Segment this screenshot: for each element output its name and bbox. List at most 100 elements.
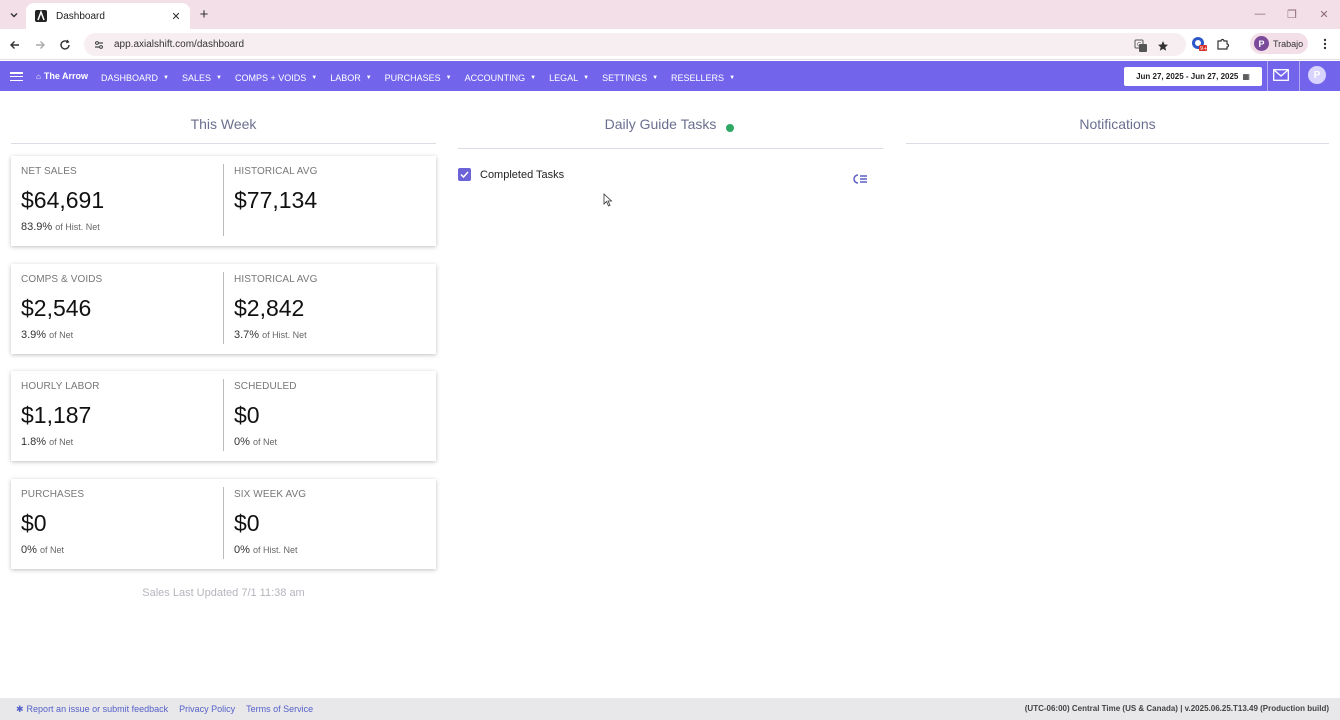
checkmark-icon <box>460 171 469 179</box>
metric-primary: NET SALES $64,691 83.9% of Hist. Net <box>11 156 223 246</box>
status-dot-icon <box>726 124 734 132</box>
back-arrow-icon[interactable] <box>6 36 24 54</box>
metric-percent: 1.8% <box>21 436 47 448</box>
metric-label: NET SALES <box>21 166 77 177</box>
metric-value: $77,134 <box>234 187 318 213</box>
terms-of-service-link[interactable]: Terms of Service <box>246 704 313 714</box>
caret-down-icon: ▼ <box>530 75 537 81</box>
brand-link[interactable]: ⌂ The Arrow <box>36 71 88 81</box>
extension-badge: 9+ <box>1200 46 1207 52</box>
metric-sub-label: of Net <box>252 437 277 447</box>
restore-window-icon[interactable]: ❐ <box>1283 6 1301 22</box>
new-tab-button[interactable]: + <box>196 6 212 23</box>
task-list-icon[interactable] <box>851 172 869 186</box>
brand-name: The Arrow <box>43 71 89 81</box>
metric-value: $0 <box>234 510 260 536</box>
metric-sub-label: of Hist. Net <box>252 545 298 555</box>
menu-label: PURCHASES <box>384 73 441 83</box>
browser-tab-bar: Dashboard ✕ + — ❐ ✕ <box>0 0 1340 29</box>
metric-sub: 0% of Net <box>234 436 277 448</box>
completed-tasks-toggle[interactable]: Completed Tasks <box>458 168 564 181</box>
browser-menu-icon[interactable] <box>1316 35 1334 53</box>
metric-primary: HOURLY LABOR $1,187 1.8% of Net <box>11 371 223 461</box>
menu-sales[interactable]: SALES ▼ <box>182 73 222 83</box>
comps-voids-card: COMPS & VOIDS $2,546 3.9% of Net HISTORI… <box>11 264 436 354</box>
metric-comparison: HISTORICAL AVG $77,134 <box>223 164 435 236</box>
caret-down-icon: ▼ <box>652 75 659 81</box>
divider <box>458 148 883 149</box>
close-window-icon[interactable]: ✕ <box>1315 6 1333 22</box>
tab-search-button[interactable] <box>4 5 24 25</box>
extensions-puzzle-icon[interactable] <box>1214 35 1232 53</box>
caret-down-icon: ▼ <box>311 75 318 81</box>
purchases-card: PURCHASES $0 0% of Net SIX WEEK AVG $0 0… <box>11 479 436 569</box>
completed-tasks-label: Completed Tasks <box>480 168 565 181</box>
minimize-window-icon[interactable]: — <box>1251 6 1269 22</box>
menu-resellers[interactable]: RESELLERS ▼ <box>671 73 735 83</box>
profile-avatar: P <box>1254 36 1269 51</box>
report-issue-link[interactable]: ✱ Report an issue or submit feedback <box>16 704 168 715</box>
metric-value: $1,187 <box>21 402 92 428</box>
metric-percent: 3.7% <box>234 329 260 341</box>
net-sales-card: NET SALES $64,691 83.9% of Hist. Net HIS… <box>11 156 436 246</box>
metric-value: $2,842 <box>234 295 305 321</box>
address-bar[interactable]: app.axialshift.com/dashboard G <box>84 33 1186 56</box>
metric-value: $64,691 <box>21 187 105 213</box>
menu-settings[interactable]: SETTINGS ▼ <box>602 73 658 83</box>
metric-percent: 0% <box>21 544 37 556</box>
metric-label: HISTORICAL AVG <box>234 274 318 285</box>
metric-sub: 1.8% of Net <box>21 436 73 448</box>
privacy-policy-link[interactable]: Privacy Policy <box>179 704 235 714</box>
metric-sub-label: of Net <box>49 437 74 447</box>
browser-tab-dashboard[interactable]: Dashboard ✕ <box>26 3 190 29</box>
date-range-picker[interactable]: Jun 27, 2025 - Jun 27, 2025 ▦ <box>1124 67 1262 86</box>
nav-divider <box>1267 61 1268 91</box>
completed-tasks-checkbox[interactable] <box>458 168 471 181</box>
metric-sub: 3.9% of Net <box>21 329 73 341</box>
metric-label: HOURLY LABOR <box>21 381 100 392</box>
menu-label: DASHBOARD <box>101 73 159 83</box>
svg-text:G: G <box>1137 42 1142 49</box>
divider <box>11 143 436 144</box>
translate-icon[interactable]: G <box>1132 37 1150 55</box>
menu-label: ACCOUNTING <box>464 73 526 83</box>
menu-purchases[interactable]: PURCHASES ▼ <box>385 73 452 83</box>
menu-label: LEGAL <box>549 73 579 83</box>
menu-label: RESELLERS <box>671 73 725 83</box>
bookmark-star-icon[interactable] <box>1154 37 1172 55</box>
profile-chip[interactable]: P Trabajo <box>1250 33 1308 54</box>
extension-icon[interactable]: 9+ <box>1190 35 1208 53</box>
metric-primary: PURCHASES $0 0% of Net <box>11 479 223 569</box>
close-tab-icon[interactable]: ✕ <box>168 8 184 24</box>
nav-divider <box>1299 61 1300 91</box>
menu-label: SETTINGS <box>602 73 648 83</box>
site-settings-icon[interactable] <box>92 38 106 52</box>
metric-percent: 3.9% <box>21 329 47 341</box>
menu-accounting[interactable]: ACCOUNTING ▼ <box>465 73 536 83</box>
menu-labor[interactable]: LABOR ▼ <box>330 73 371 83</box>
daily-guide-tasks-title: Daily Guide Tasks <box>604 116 717 132</box>
metric-comparison: HISTORICAL AVG $2,842 3.7% of Hist. Net <box>223 272 435 344</box>
profile-name: Trabajo <box>1273 38 1304 49</box>
metric-sub: 83.9% of Hist. Net <box>21 221 100 233</box>
caret-down-icon: ▼ <box>583 75 590 81</box>
metric-percent: 83.9% <box>21 221 53 233</box>
home-icon: ⌂ <box>36 71 41 81</box>
caret-down-icon: ▼ <box>729 75 736 81</box>
hamburger-menu-icon[interactable] <box>10 72 23 81</box>
mail-icon[interactable] <box>1272 67 1290 83</box>
metric-label: PURCHASES <box>21 489 85 500</box>
reload-icon[interactable] <box>56 36 74 54</box>
metric-value: $2,546 <box>21 295 92 321</box>
forward-arrow-icon[interactable] <box>31 36 49 54</box>
menu-label: COMPS + VOIDS <box>234 73 307 83</box>
menu-comps-voids[interactable]: COMPS + VOIDS ▼ <box>235 73 317 83</box>
metric-percent: 0% <box>234 544 250 556</box>
divider <box>906 143 1329 144</box>
user-avatar[interactable]: P <box>1308 66 1326 84</box>
metric-sub: 0% of Net <box>21 544 64 556</box>
metric-sub: 0% of Hist. Net <box>234 544 297 556</box>
menu-legal[interactable]: LEGAL ▼ <box>549 73 589 83</box>
menu-dashboard[interactable]: DASHBOARD ▼ <box>101 73 169 83</box>
url-text: app.axialshift.com/dashboard <box>114 39 245 50</box>
